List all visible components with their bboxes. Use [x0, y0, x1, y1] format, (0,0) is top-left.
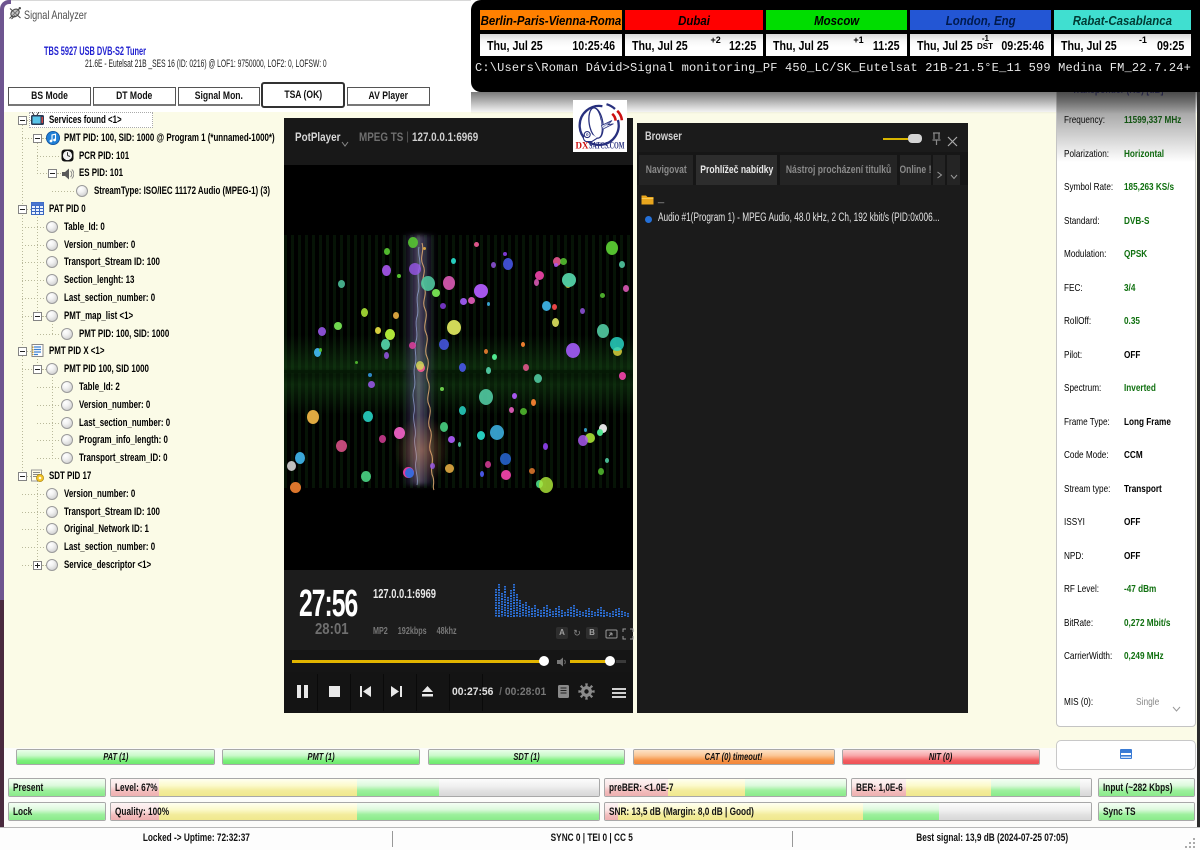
svg-text:SATCS.COM: SATCS.COM: [589, 141, 625, 151]
svg-text:DX: DX: [576, 141, 589, 151]
